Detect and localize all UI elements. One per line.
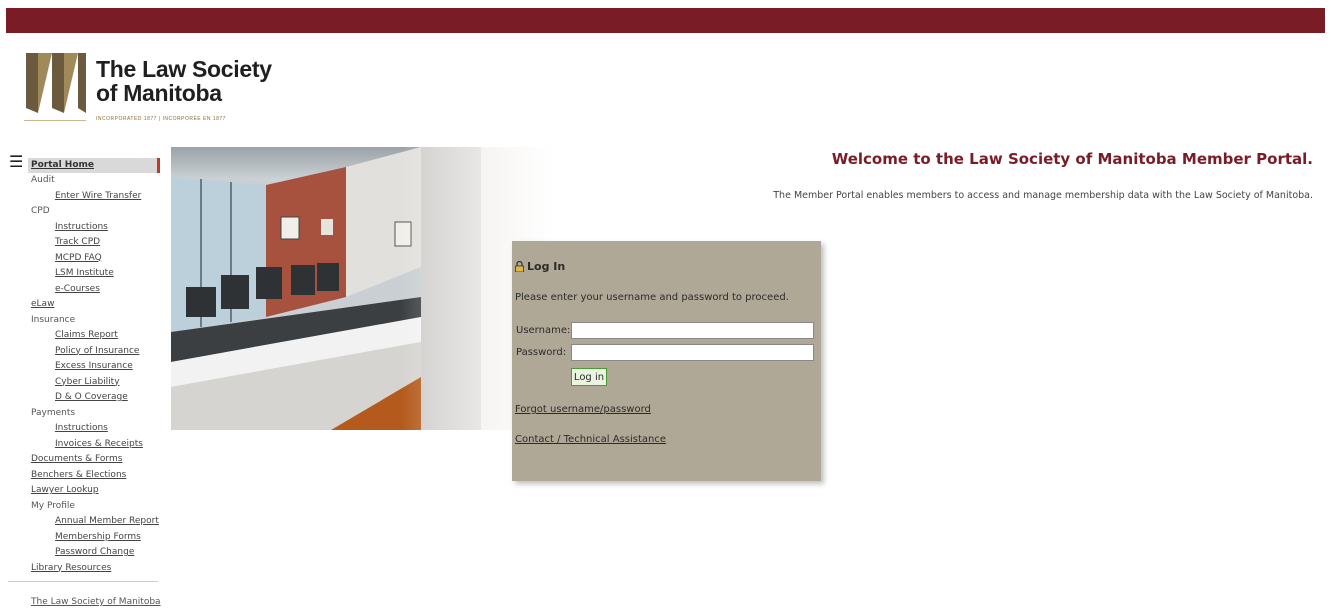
logo-title-line1: The Law Society	[96, 56, 272, 82]
login-intro: Please enter your username and password …	[515, 292, 789, 303]
logo-rule	[24, 120, 86, 121]
sidebar-footer-link[interactable]: The Law Society of Manitoba	[31, 597, 161, 607]
sidebar-subitem-e-courses[interactable]: e-Courses	[28, 282, 160, 298]
logo-subtitle: INCORPORATED 1877 | INCORPORÉE EN 1877	[96, 116, 226, 122]
username-input[interactable]	[571, 322, 814, 339]
sidebar-subitem-annual-member-report[interactable]: Annual Member Report	[28, 514, 160, 530]
welcome-text: The Member Portal enables members to acc…	[773, 190, 1313, 201]
logo[interactable]: The Law Society of Manitoba INCORPORATED…	[24, 53, 274, 128]
username-label: Username:	[516, 325, 571, 336]
sidebar-item-payments: Payments	[31, 407, 76, 418]
sidebar-subitem-track-cpd[interactable]: Track CPD	[28, 235, 160, 251]
sidebar-subitem-instructions[interactable]: Instructions	[28, 220, 160, 236]
sidebar-item-library-resources[interactable]: Library Resources	[28, 561, 160, 577]
login-heading-text: Log In	[527, 260, 566, 273]
login-panel: Log In Please enter your username and pa…	[512, 241, 821, 481]
sidebar-item-benchers-and-elections[interactable]: Benchers & Elections	[28, 468, 160, 484]
sidebar-subitem-lsm-institute[interactable]: LSM Institute	[28, 266, 160, 282]
logo-title-line2: of Manitoba	[96, 80, 222, 106]
top-banner	[6, 8, 1325, 33]
sidebar-subitem-cyber-liability[interactable]: Cyber Liability	[28, 375, 160, 391]
law-society-logo-icon	[26, 53, 86, 113]
sidebar-item-documents-and-forms[interactable]: Documents & Forms	[28, 452, 160, 468]
sidebar-subitem-invoices-and-receipts[interactable]: Invoices & Receipts	[28, 437, 160, 453]
sidebar-subitem-mcpd-faq[interactable]: MCPD FAQ	[28, 251, 160, 267]
sidebar-divider	[8, 581, 158, 582]
sidebar-item-portal-home[interactable]: Portal Home	[28, 158, 160, 173]
welcome-title: Welcome to the Law Society of Manitoba M…	[831, 150, 1313, 168]
contact-support-link[interactable]: Contact / Technical Assistance	[515, 434, 666, 445]
sidebar-item-audit: Audit	[31, 175, 55, 185]
sidebar-subitem-d-and-o-coverage[interactable]: D & O Coverage	[28, 390, 160, 406]
login-button[interactable]: Log in	[571, 368, 607, 386]
sidebar-subitem-membership-forms[interactable]: Membership Forms	[28, 530, 160, 546]
sidebar-item-insurance: Insurance	[31, 314, 76, 325]
sidebar-subitem-enter-wire-transfer[interactable]: Enter Wire Transfer	[28, 189, 160, 205]
sidebar-subitem-instructions[interactable]: Instructions	[28, 421, 160, 437]
sidebar-item-cpd: CPD	[31, 206, 50, 216]
office-photo	[171, 147, 554, 430]
sidebar-item-lawyer-lookup[interactable]: Lawyer Lookup	[28, 483, 160, 499]
login-heading: Log In	[515, 260, 565, 273]
logo-title: The Law Society of Manitoba	[96, 57, 272, 105]
hamburger-menu-icon[interactable]: ☰	[9, 154, 23, 170]
sidebar-subitem-excess-insurance[interactable]: Excess Insurance	[28, 359, 160, 375]
sidebar-subitem-password-change[interactable]: Password Change	[28, 545, 160, 561]
forgot-password-link[interactable]: Forgot username/password	[515, 404, 651, 415]
sidebar-subitem-policy-of-insurance[interactable]: Policy of Insurance	[28, 344, 160, 360]
password-label: Password:	[516, 347, 567, 358]
sidebar-item-elaw[interactable]: eLaw	[28, 297, 160, 313]
password-input[interactable]	[571, 344, 814, 361]
lock-icon	[515, 260, 524, 273]
sidebar-item-my-profile: My Profile	[31, 500, 75, 511]
sidebar-subitem-claims-report[interactable]: Claims Report	[28, 328, 160, 344]
sidebar-nav: Portal Home Audit Enter Wire Transfer CPD I…	[28, 158, 160, 576]
